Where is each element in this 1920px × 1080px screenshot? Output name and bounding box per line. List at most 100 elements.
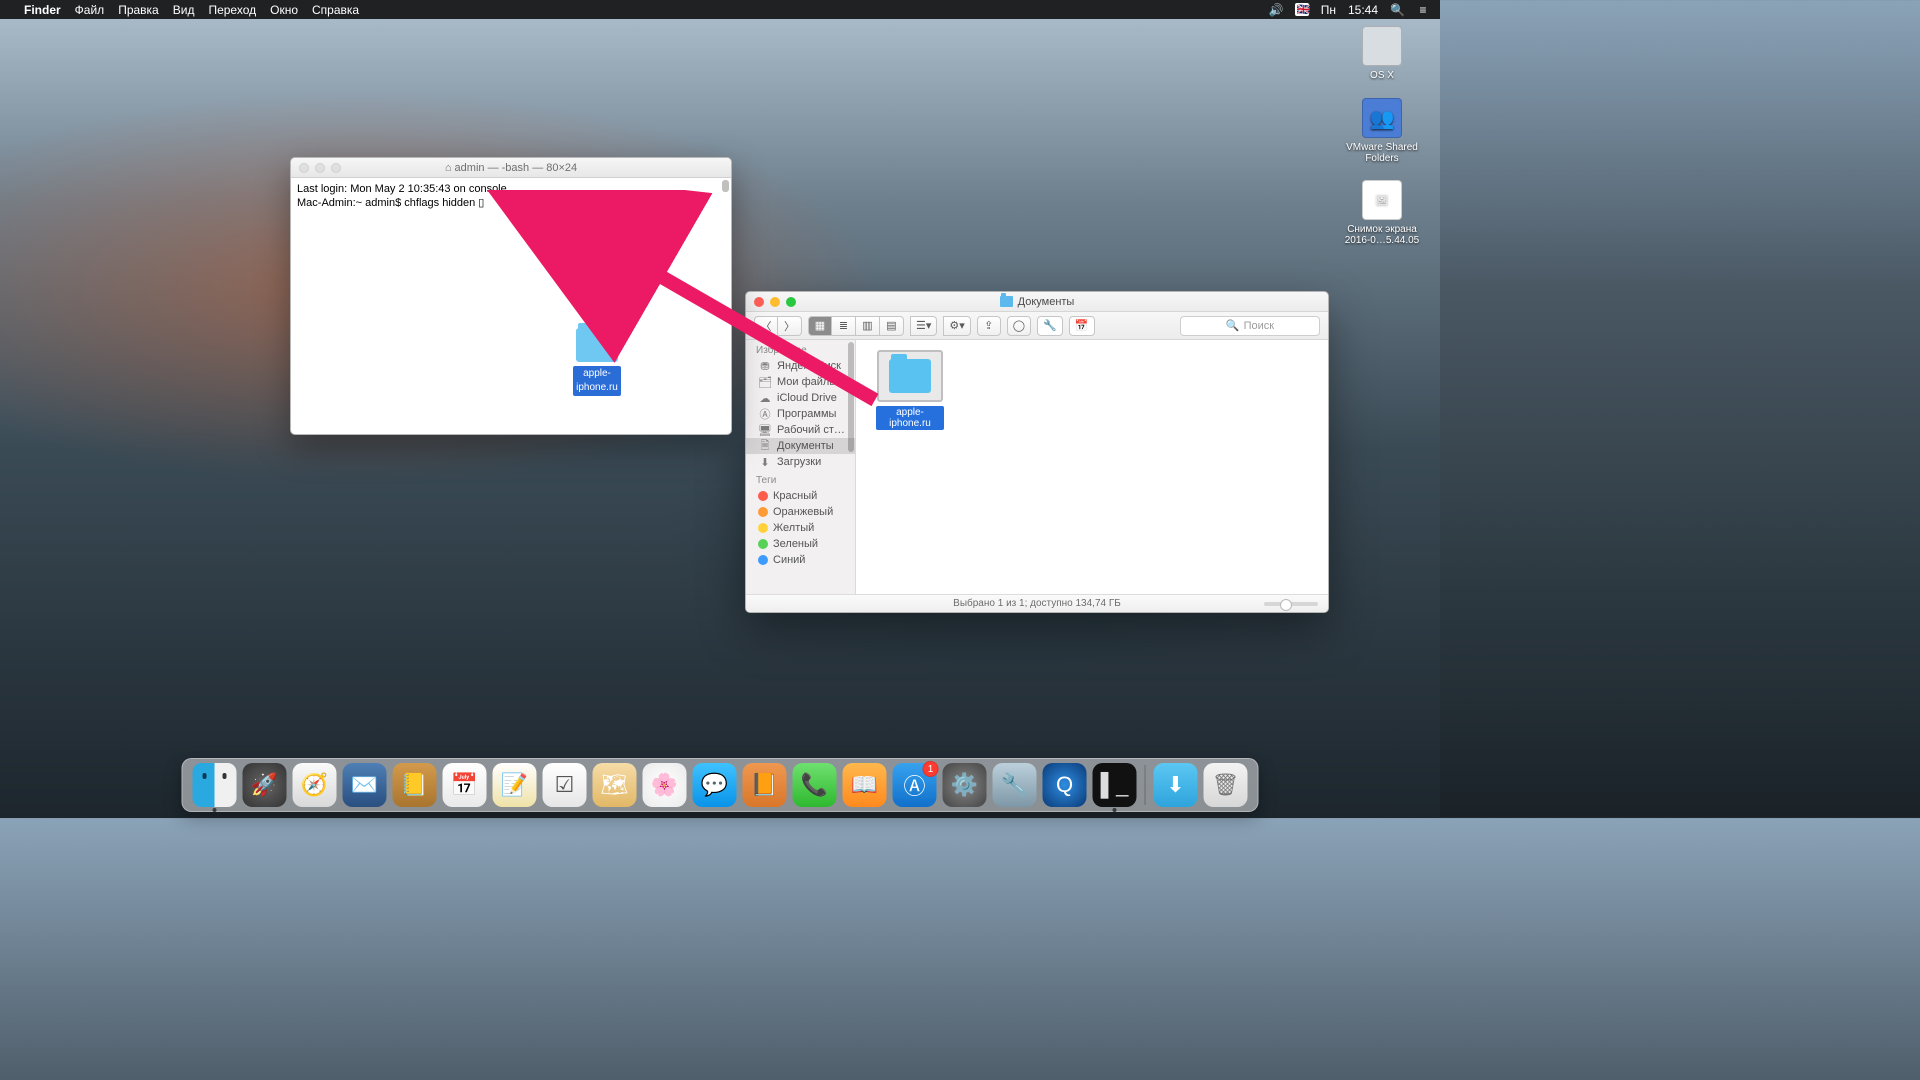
menu-view[interactable]: Вид — [173, 3, 195, 17]
nav-forward-button[interactable]: 〉 — [778, 316, 802, 336]
finder-statusbar: Выбрано 1 из 1; доступно 134,74 ГБ — [746, 594, 1328, 612]
dock-contacts[interactable]: 📒 — [393, 763, 437, 807]
dock-ibooks-alt[interactable]: 📙 — [743, 763, 787, 807]
documents-icon: 🗎 — [758, 440, 772, 452]
toolbar-app-icon[interactable]: 🔧 — [1037, 316, 1063, 336]
spotlight-icon[interactable]: 🔍 — [1390, 3, 1404, 17]
dock-appstore[interactable]: Ⓐ1 — [893, 763, 937, 807]
sidebar-item-label: Документы — [777, 440, 834, 452]
sidebar-item-yandexdisk[interactable]: ⛃Яндекс.Диск — [746, 358, 855, 374]
dock-maps[interactable]: 🗺 — [593, 763, 637, 807]
sidebar-item-myfiles[interactable]: 🗂 Мои файлы — [746, 374, 855, 390]
finder-title: Документы — [1018, 296, 1075, 308]
menu-edit[interactable]: Правка — [118, 3, 159, 17]
toolbar-calendar-icon[interactable]: 📅 — [1069, 316, 1095, 336]
menubar-time[interactable]: 15:44 — [1348, 3, 1378, 17]
tag-dot-icon — [758, 555, 768, 565]
terminal-body[interactable]: Last login: Mon May 2 10:35:43 on consol… — [291, 178, 731, 434]
tag-dot-icon — [758, 507, 768, 517]
sidebar-tag-blue[interactable]: Синий — [746, 552, 855, 568]
notification-center-icon[interactable]: ≡ — [1416, 3, 1430, 17]
drive-icon — [1362, 26, 1402, 66]
menu-go[interactable]: Переход — [208, 3, 256, 17]
dock-launchpad[interactable]: 🚀 — [243, 763, 287, 807]
image-icon: 🖼 — [1362, 180, 1402, 220]
sidebar-item-label: Зеленый — [773, 538, 818, 550]
app-name[interactable]: Finder — [24, 3, 61, 17]
menubar-day[interactable]: Пн — [1321, 3, 1336, 17]
sidebar-item-documents[interactable]: 🗎 Документы — [746, 438, 855, 454]
scrollbar-thumb[interactable] — [848, 342, 854, 452]
desktop-icon: 🖥 — [758, 424, 772, 436]
sidebar-item-iclouddrive[interactable]: ☁iCloud Drive — [746, 390, 855, 406]
tag-dot-icon — [758, 523, 768, 533]
dock-calendar[interactable]: 📅 — [443, 763, 487, 807]
cloud-icon: ☁ — [758, 392, 772, 404]
sidebar-item-label: Программы — [777, 408, 836, 420]
tags-button[interactable]: ◯ — [1007, 316, 1031, 336]
action-button[interactable]: ⚙▾ — [943, 316, 970, 336]
terminal-titlebar[interactable]: ⌂ admin — -bash — 80×24 — [291, 158, 731, 178]
view-list-button[interactable]: ≣ — [832, 316, 856, 336]
dock-finder[interactable] — [193, 763, 237, 807]
view-column-button[interactable]: ▥ — [856, 316, 880, 336]
sidebar-item-label: Синий — [773, 554, 805, 566]
sidebar-item-label: Рабочий ст… — [777, 424, 845, 436]
view-icon-button[interactable]: ▦ — [808, 316, 832, 336]
volume-icon[interactable]: 🔊 — [1269, 3, 1283, 17]
terminal-window[interactable]: ⌂ admin — -bash — 80×24 Last login: Mon … — [290, 157, 732, 435]
folder-icon — [576, 328, 618, 362]
desktop-icon-screenshot[interactable]: 🖼 Снимок экрана 2016-0…5.44.05 — [1342, 180, 1422, 246]
tag-dot-icon — [758, 491, 768, 501]
sidebar-item-desktop[interactable]: 🖥 Рабочий ст… — [746, 422, 855, 438]
desktop-icon-label: VMware Shared Folders — [1342, 142, 1422, 164]
dock-trash[interactable]: 🗑 — [1204, 763, 1248, 807]
sidebar-tag-yellow[interactable]: Желтый — [746, 520, 855, 536]
menu-file[interactable]: Файл — [75, 3, 105, 17]
finder-content[interactable]: apple-iphone.ru — [856, 340, 1328, 594]
view-coverflow-button[interactable]: ▤ — [880, 316, 904, 336]
dock-quicktime[interactable]: Q — [1043, 763, 1087, 807]
dock-terminal[interactable]: ▌_ — [1093, 763, 1137, 807]
sidebar-tag-green[interactable]: Зеленый — [746, 536, 855, 552]
terminal-line: Last login: Mon May 2 10:35:43 on consol… — [297, 182, 725, 196]
menu-help[interactable]: Справка — [312, 3, 359, 17]
dragged-folder-label: apple-iphone.ru — [573, 366, 621, 396]
files-icon: 🗂 — [758, 376, 772, 388]
dock-downloads[interactable]: ⬇ — [1154, 763, 1198, 807]
sidebar-tag-orange[interactable]: Оранжевый — [746, 504, 855, 520]
dock-utility[interactable]: 🔧 — [993, 763, 1037, 807]
arrange-button[interactable]: ☰▾ — [910, 316, 937, 336]
sidebar-item-label: Мои файлы — [777, 376, 837, 388]
dock-safari[interactable]: 🧭 — [293, 763, 337, 807]
share-button[interactable]: ⇪ — [977, 316, 1001, 336]
finder-window[interactable]: Документы 〈 〉 ▦ ≣ ▥ ▤ ☰▾ ⚙▾ ⇪ ◯ 🔧 📅 🔍 По… — [745, 291, 1329, 613]
folder-icon — [889, 359, 931, 393]
dock-notes[interactable]: 📝 — [493, 763, 537, 807]
dock-reminders[interactable]: ☑︎ — [543, 763, 587, 807]
menu-window[interactable]: Окно — [270, 3, 298, 17]
language-indicator[interactable]: 🇬🇧 — [1295, 3, 1309, 16]
scrollbar-thumb[interactable] — [722, 180, 729, 192]
terminal-title: admin — -bash — 80×24 — [455, 162, 578, 174]
finder-file-label: apple-iphone.ru — [876, 406, 944, 430]
disk-icon: ⛃ — [758, 360, 772, 372]
nav-back-button[interactable]: 〈 — [754, 316, 778, 336]
finder-titlebar[interactable]: Документы — [746, 292, 1328, 312]
dock-mail[interactable]: ✉️ — [343, 763, 387, 807]
dock-ibooks[interactable]: 📖 — [843, 763, 887, 807]
sidebar-item-applications[interactable]: ⒶПрограммы — [746, 406, 855, 422]
sidebar-tag-red[interactable]: Красный — [746, 488, 855, 504]
dock-photos[interactable]: 🌸 — [643, 763, 687, 807]
dock-facetime[interactable]: 📞 — [793, 763, 837, 807]
search-field[interactable]: 🔍 Поиск — [1180, 316, 1320, 336]
desktop-icon-osx[interactable]: OS X — [1342, 26, 1422, 81]
dock-messages[interactable]: 💬 — [693, 763, 737, 807]
finder-file[interactable]: apple-iphone.ru — [876, 350, 944, 430]
dock-settings[interactable]: ⚙️ — [943, 763, 987, 807]
zoom-slider[interactable] — [1264, 602, 1318, 606]
sidebar-item-downloads[interactable]: ⬇Загрузки — [746, 454, 855, 470]
desktop-icon-vmware[interactable]: 👥 VMware Shared Folders — [1342, 98, 1422, 164]
dragged-folder[interactable]: apple-iphone.ru — [573, 328, 621, 396]
sidebar-item-label: Загрузки — [777, 456, 821, 468]
